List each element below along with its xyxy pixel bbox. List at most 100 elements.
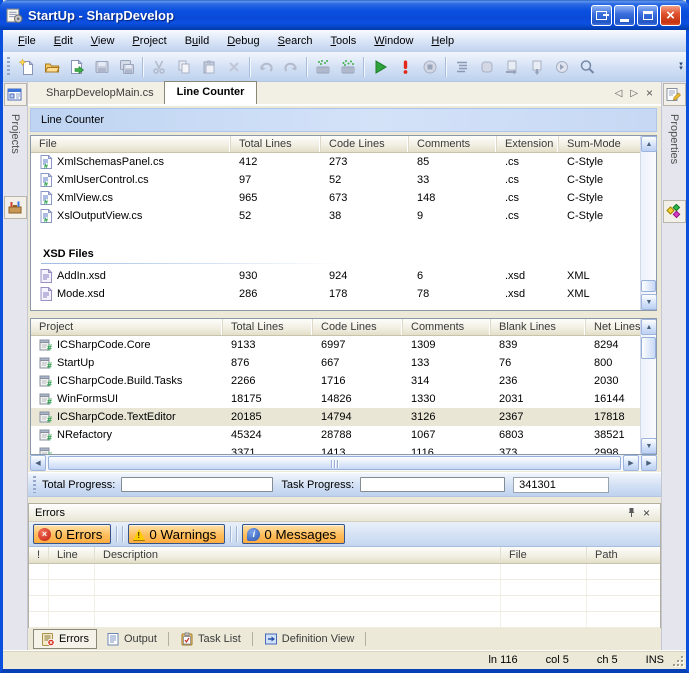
scroll-right-edge-icon[interactable]: ▶: [641, 455, 657, 471]
toolbox-pad-button[interactable]: [4, 196, 27, 219]
scroll-up-icon[interactable]: ▲: [641, 136, 657, 152]
menu-help[interactable]: Help: [422, 32, 463, 50]
table-row-selected[interactable]: ICSharpCode.TextEditor 20185 14794 3126 …: [31, 408, 642, 426]
tab-task-list[interactable]: Task List: [173, 630, 248, 648]
minimize-button[interactable]: [614, 5, 635, 26]
run-icon[interactable]: [367, 55, 392, 79]
tab-sharpdevelopmain[interactable]: SharpDevelopMain.cs: [36, 83, 164, 104]
col-description[interactable]: Description: [95, 547, 501, 563]
combine-icon[interactable]: [310, 55, 335, 79]
open-file-icon[interactable]: [39, 55, 64, 79]
col-line[interactable]: Line: [49, 547, 95, 563]
menu-project[interactable]: Project: [123, 32, 175, 50]
tab-line-counter[interactable]: Line Counter: [164, 81, 258, 104]
col-net-lines[interactable]: Net Lines: [586, 319, 642, 335]
cs-file-icon: [39, 191, 53, 205]
table-row[interactable]: XmlUserControl.cs 97 52 33 .cs C-Style: [31, 171, 642, 189]
horizontal-scrollbar[interactable]: ◀ ▶ ▶: [30, 455, 657, 471]
menu-tools[interactable]: Tools: [322, 32, 366, 50]
close-panel-icon[interactable]: ×: [639, 506, 654, 520]
toolbar-grip[interactable]: [33, 476, 36, 493]
project-name: WinFormsUI: [57, 393, 118, 405]
properties-tab-label[interactable]: Properties: [668, 114, 680, 192]
projects-pad-button[interactable]: [4, 83, 27, 106]
col-file[interactable]: File: [501, 547, 587, 563]
table-row[interactable]: ICSharpCode.Core 9133 6997 1309 839 8294: [31, 336, 642, 354]
menu-view[interactable]: View: [82, 32, 124, 50]
col-total-lines[interactable]: Total Lines: [223, 319, 313, 335]
step-into-icon: [524, 55, 549, 79]
messages-filter-button[interactable]: i 0 Messages: [242, 524, 345, 544]
col-comments[interactable]: Comments: [403, 319, 491, 335]
bookmark-list-icon[interactable]: [449, 55, 474, 79]
scroll-up-icon[interactable]: ▲: [641, 319, 657, 335]
abort-build-icon[interactable]: [392, 55, 417, 79]
table-row[interactable]: AddIn.xsd 930 924 6 .xsd XML: [31, 267, 642, 285]
save-as-template-icon[interactable]: [64, 55, 89, 79]
scroll-thumb[interactable]: [641, 280, 656, 292]
toolbar-overflow-icon[interactable]: ▾▾: [676, 55, 686, 79]
table-row-partial[interactable]: 3371 1413 1116 373 2998: [31, 444, 642, 455]
table-row[interactable]: StartUp 876 667 133 76 800: [31, 354, 642, 372]
col-total-lines[interactable]: Total Lines: [231, 136, 321, 152]
table-row[interactable]: NRefactory 45324 28788 1067 6803 38521: [31, 426, 642, 444]
tab-definition-view[interactable]: Definition View: [257, 630, 362, 648]
errors-filter-button[interactable]: × 0 Errors: [33, 524, 111, 544]
scroll-down-icon[interactable]: ▼: [641, 294, 657, 310]
col-file[interactable]: File: [31, 136, 231, 152]
errors-table: ! Line Description File Path: [29, 547, 660, 628]
table-row[interactable]: Mode.xsd 286 178 78 .xsd XML: [31, 285, 642, 303]
file-table-scrollbar[interactable]: ▲ ▼: [640, 136, 656, 310]
resize-grip[interactable]: [672, 655, 685, 668]
menu-window[interactable]: Window: [365, 32, 422, 50]
table-row[interactable]: XslOutputView.cs 52 38 9 .cs C-Style: [31, 207, 642, 225]
projects-tab-label[interactable]: Projects: [9, 114, 21, 184]
new-file-icon[interactable]: [14, 55, 39, 79]
col-path[interactable]: Path: [587, 547, 660, 563]
table-row[interactable]: ICSharpCode.Build.Tasks 2266 1716 314 23…: [31, 372, 642, 390]
toolbar-grip[interactable]: [7, 57, 10, 77]
tab-close-icon[interactable]: ×: [646, 86, 653, 100]
col-project[interactable]: Project: [31, 319, 223, 335]
col-comments[interactable]: Comments: [409, 136, 497, 152]
tab-output[interactable]: Output: [99, 630, 164, 648]
scroll-thumb[interactable]: [641, 337, 656, 359]
menu-bar: File Edit View Project Build Debug Searc…: [3, 30, 686, 52]
scroll-left-icon[interactable]: ◀: [30, 455, 46, 471]
project-table-scrollbar[interactable]: ▲ ▼: [640, 319, 656, 454]
maximize-button[interactable]: [637, 5, 658, 26]
fullscreen-toggle-button[interactable]: [591, 5, 612, 26]
right-dock-strip: Properties: [661, 82, 686, 650]
close-button[interactable]: ×: [660, 5, 681, 26]
build-solution-icon[interactable]: [335, 55, 360, 79]
table-row[interactable]: WinFormsUI 18175 14826 1330 2031 16144: [31, 390, 642, 408]
classes-pad-button[interactable]: [663, 200, 686, 223]
menu-search[interactable]: Search: [269, 32, 322, 50]
col-sum-mode[interactable]: Sum-Mode: [559, 136, 642, 152]
menu-file[interactable]: File: [9, 32, 45, 50]
properties-pad-button[interactable]: [663, 83, 686, 106]
empty-row: [29, 580, 660, 596]
tab-scroll-left-icon[interactable]: ◁: [615, 88, 623, 99]
app-icon: [6, 7, 23, 24]
scroll-thumb[interactable]: [48, 456, 621, 470]
table-row[interactable]: XmlSchemasPanel.cs 412 273 85 .cs C-Styl…: [31, 153, 642, 171]
scroll-down-icon[interactable]: ▼: [641, 438, 657, 454]
col-severity[interactable]: !: [29, 547, 49, 563]
col-extension[interactable]: Extension: [497, 136, 559, 152]
table-row[interactable]: XmlView.cs 965 673 148 .cs C-Style: [31, 189, 642, 207]
pin-icon[interactable]: [624, 506, 639, 520]
scroll-right-icon[interactable]: ▶: [623, 455, 639, 471]
col-blank-lines[interactable]: Blank Lines: [491, 319, 586, 335]
menu-edit[interactable]: Edit: [45, 32, 82, 50]
search-icon[interactable]: [574, 55, 599, 79]
step-over-icon: [499, 55, 524, 79]
tab-errors[interactable]: Errors: [33, 629, 97, 649]
menu-build[interactable]: Build: [176, 32, 219, 50]
pad-tab-bar: Errors Output Task List Definition View: [28, 628, 661, 650]
col-code-lines[interactable]: Code Lines: [321, 136, 409, 152]
tab-scroll-right-icon[interactable]: ▷: [630, 88, 638, 99]
menu-debug[interactable]: Debug: [218, 32, 268, 50]
warnings-filter-button[interactable]: 0 Warnings: [128, 524, 225, 544]
col-code-lines[interactable]: Code Lines: [313, 319, 403, 335]
